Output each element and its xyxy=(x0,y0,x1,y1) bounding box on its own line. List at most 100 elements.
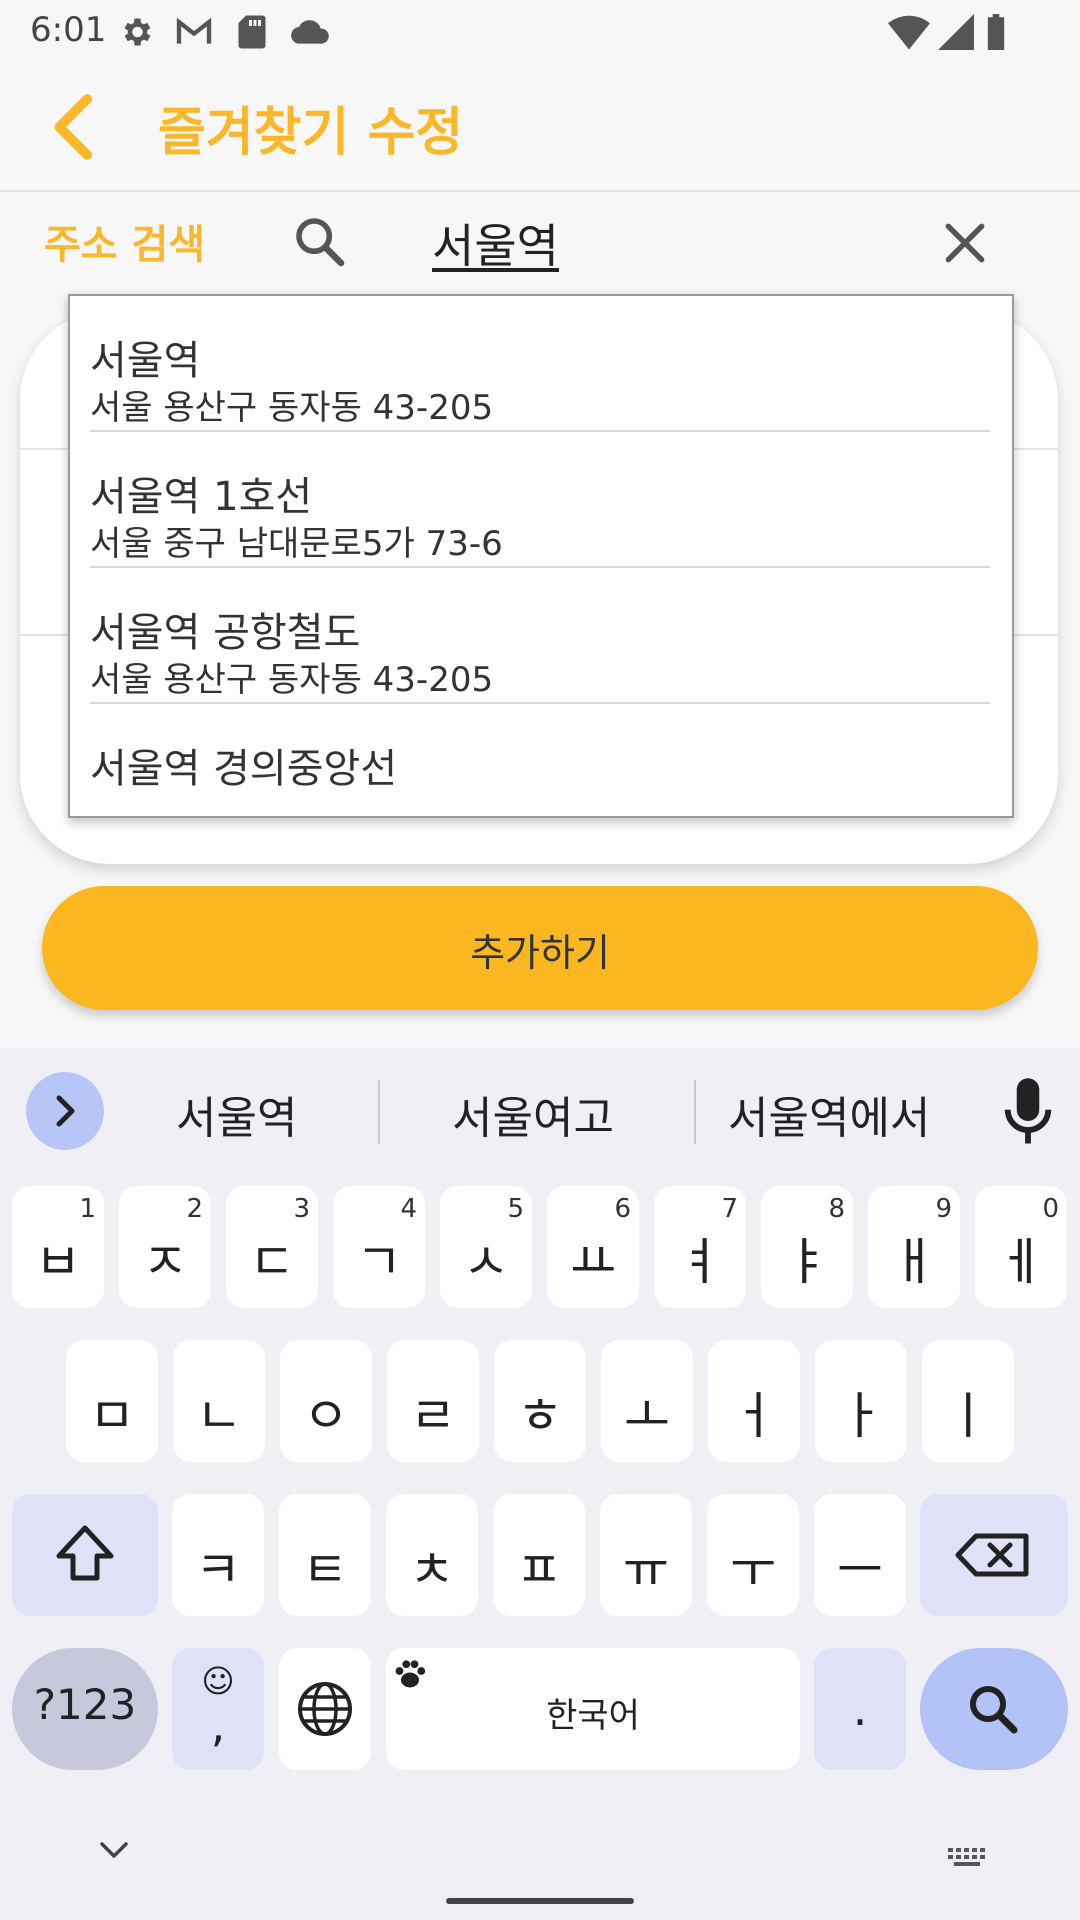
add-button[interactable]: 추가하기 xyxy=(42,886,1038,1010)
key-label: ㄴ xyxy=(196,1387,242,1445)
key-row2-6[interactable]: ㅓ xyxy=(708,1340,800,1462)
keyboard-switch-icon[interactable] xyxy=(946,1846,988,1870)
microphone-icon[interactable] xyxy=(1000,1076,1056,1148)
key-label: ㅜ xyxy=(730,1541,776,1599)
key-label: ㅂ xyxy=(35,1233,81,1291)
suggestion-name: 서울역 xyxy=(90,338,201,384)
key-label: ㅓ xyxy=(731,1387,777,1445)
back-arrow-icon[interactable] xyxy=(40,92,110,162)
key-row1-0[interactable]: ㅂ1 xyxy=(12,1186,104,1308)
battery-icon xyxy=(987,14,1005,50)
period-key[interactable]: . xyxy=(814,1648,906,1770)
search-icon[interactable] xyxy=(292,214,348,270)
status-time: 6:01 xyxy=(30,10,107,50)
space-key-label: 한국어 xyxy=(546,1696,640,1736)
suggestion-name: 서울역 경의중앙선 xyxy=(90,746,398,792)
search-suggestions-dropdown: 서울역 서울 용산구 동자동 43-205 서울역 1호선 서울 중구 남대문로… xyxy=(68,294,1014,818)
key-row2-5[interactable]: ㅗ xyxy=(601,1340,693,1462)
key-row3-2[interactable]: ㅊ xyxy=(386,1494,478,1616)
clear-icon[interactable] xyxy=(940,218,990,268)
key-row3-3[interactable]: ㅍ xyxy=(493,1494,585,1616)
key-row3-1[interactable]: ㅌ xyxy=(279,1494,371,1616)
key-label: ㅣ xyxy=(945,1387,991,1445)
key-row1-6[interactable]: ㅕ7 xyxy=(654,1186,746,1308)
address-search-input[interactable]: 서울역 xyxy=(432,210,559,276)
key-row1-7[interactable]: ㅑ8 xyxy=(761,1186,853,1308)
suggestion-item[interactable]: 서울역 공항철도 서울 용산구 동자동 43-205 xyxy=(90,568,990,704)
key-row1-1[interactable]: ㅈ2 xyxy=(119,1186,211,1308)
key-label: ㅇ xyxy=(303,1387,349,1445)
language-key[interactable] xyxy=(279,1648,371,1770)
key-row2-4[interactable]: ㅎ xyxy=(494,1340,586,1462)
suggestion-address: 서울 용산구 동자동 43-205 xyxy=(90,388,494,428)
suggestion-address: 서울 중구 남대문로5가 73-6 xyxy=(90,524,503,564)
shift-key[interactable] xyxy=(12,1494,158,1616)
suggestion-address: 서울 용산구 동자동 43-205 xyxy=(90,660,494,700)
key-row3-5[interactable]: ㅜ xyxy=(707,1494,799,1616)
key-row1-3[interactable]: ㄱ4 xyxy=(333,1186,425,1308)
key-row1-2[interactable]: ㄷ3 xyxy=(226,1186,318,1308)
key-row2-8[interactable]: ㅣ xyxy=(922,1340,1014,1462)
address-search-label: 주소 검색 xyxy=(44,222,206,268)
backspace-icon xyxy=(955,1533,1029,1577)
key-row2-7[interactable]: ㅏ xyxy=(815,1340,907,1462)
wifi-icon xyxy=(888,15,930,50)
key-label: ㅛ xyxy=(570,1233,616,1291)
hide-keyboard-chevron-icon[interactable] xyxy=(96,1838,132,1862)
key-label: ㅈ xyxy=(142,1233,188,1291)
suggestion-name: 서울역 공항철도 xyxy=(90,610,361,656)
symbols-key[interactable]: ?123 xyxy=(12,1648,158,1770)
key-label: ㅌ xyxy=(302,1541,348,1599)
key-row1-9[interactable]: ㅔ0 xyxy=(975,1186,1067,1308)
symbols-key-label: ?123 xyxy=(33,1680,137,1729)
settings-icon xyxy=(124,18,151,46)
key-row2-3[interactable]: ㄹ xyxy=(387,1340,479,1462)
home-indicator[interactable] xyxy=(446,1898,634,1904)
key-row3-4[interactable]: ㅠ xyxy=(600,1494,692,1616)
emoji-comma-key[interactable]: ☺ , xyxy=(172,1648,264,1770)
key-row2-2[interactable]: ㅇ xyxy=(280,1340,372,1462)
key-label: ㄹ xyxy=(410,1387,456,1445)
period-label: . xyxy=(852,1682,868,1736)
suggestion-item[interactable]: 서울역 경의중앙선 xyxy=(90,704,990,816)
key-row3-0[interactable]: ㅋ xyxy=(172,1494,264,1616)
keyboard-suggestion[interactable]: 서울여고 xyxy=(452,1082,614,1146)
emoji-icon: ☺ xyxy=(201,1662,235,1700)
page-title: 즐겨찾기 수정 xyxy=(158,103,464,163)
key-row2-1[interactable]: ㄴ xyxy=(173,1340,265,1462)
key-number-hint: 7 xyxy=(721,1194,738,1224)
suggestion-name: 서울역 1호선 xyxy=(90,474,313,520)
key-number-hint: 0 xyxy=(1042,1194,1059,1224)
key-row3-6[interactable]: ㅡ xyxy=(814,1494,906,1616)
key-number-hint: 6 xyxy=(614,1194,631,1224)
key-row2-0[interactable]: ㅁ xyxy=(66,1340,158,1462)
key-number-hint: 5 xyxy=(507,1194,524,1224)
key-number-hint: 2 xyxy=(186,1194,203,1224)
key-label: ㅍ xyxy=(516,1541,562,1599)
space-key[interactable]: 한국어 xyxy=(386,1648,800,1770)
add-button-label: 추가하기 xyxy=(470,931,610,975)
key-number-hint: 1 xyxy=(79,1194,96,1224)
key-number-hint: 9 xyxy=(935,1194,952,1224)
keyboard-suggestion[interactable]: 서울역에서 xyxy=(728,1082,930,1146)
key-label: ㅐ xyxy=(891,1233,937,1291)
key-row1-5[interactable]: ㅛ6 xyxy=(547,1186,639,1308)
suggestion-divider xyxy=(694,1080,696,1144)
address-search-row: 주소 검색 서울역 xyxy=(0,192,1080,292)
key-number-hint: 4 xyxy=(400,1194,417,1224)
key-label: ㅡ xyxy=(837,1541,883,1599)
backspace-key[interactable] xyxy=(920,1494,1068,1616)
key-label: ㅕ xyxy=(677,1233,723,1291)
cloud-icon xyxy=(291,20,329,44)
suggestion-item[interactable]: 서울역 서울 용산구 동자동 43-205 xyxy=(90,296,990,432)
app-bar: 즐겨찾기 수정 xyxy=(0,62,1080,192)
suggestion-item[interactable]: 서울역 1호선 서울 중구 남대문로5가 73-6 xyxy=(90,432,990,568)
key-label: ㅏ xyxy=(838,1387,884,1445)
key-row1-4[interactable]: ㅅ5 xyxy=(440,1186,532,1308)
keyboard-expand-button[interactable] xyxy=(26,1072,104,1150)
gmail-icon xyxy=(176,17,212,44)
keyboard-search-key[interactable] xyxy=(920,1648,1068,1770)
key-label: ㅗ xyxy=(624,1387,670,1445)
keyboard-suggestion[interactable]: 서울역 xyxy=(176,1082,297,1146)
key-row1-8[interactable]: ㅐ9 xyxy=(868,1186,960,1308)
